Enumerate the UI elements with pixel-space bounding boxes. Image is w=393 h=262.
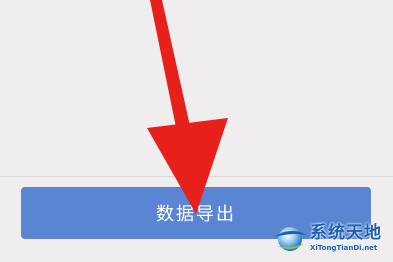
watermark-title: 系统天地 (310, 222, 382, 243)
globe-logo-icon (275, 227, 306, 251)
watermark-url: XiTongTianDi.net (310, 243, 378, 252)
divider (0, 176, 393, 177)
watermark-text: 系统天地 XiTongTianDi.net (310, 222, 382, 252)
data-export-button-label: 数据导出 (156, 204, 236, 225)
watermark: 系统天地 XiTongTianDi.net (272, 214, 393, 262)
screen: 数据导出 系统天地 XiTongTianDi.net (0, 0, 393, 262)
